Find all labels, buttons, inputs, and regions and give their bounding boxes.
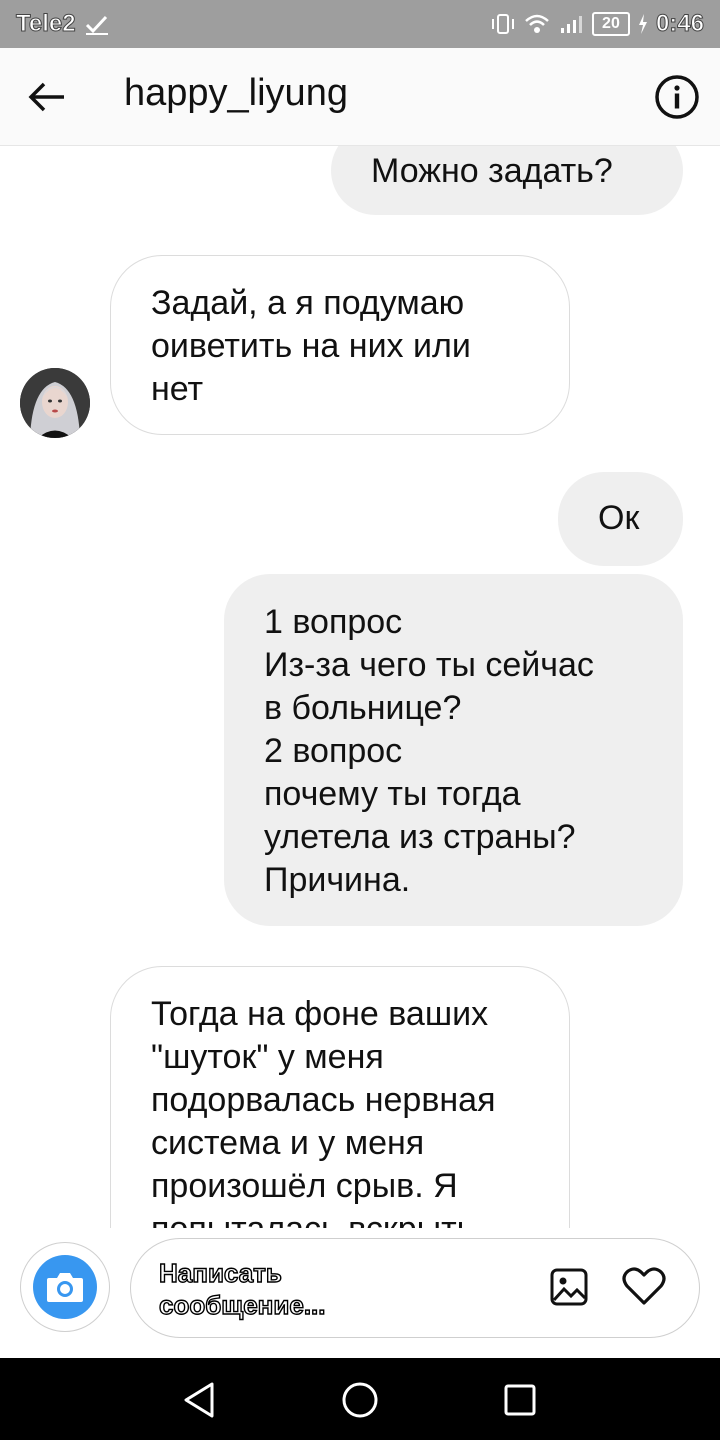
message-composer: Написать сообщение... xyxy=(0,1228,720,1358)
recents-square-icon[interactable] xyxy=(500,1380,540,1420)
status-bar: Tele2 20 0:46 xyxy=(0,0,720,48)
camera-button-bg xyxy=(33,1255,97,1319)
carrier-name: Tele2 xyxy=(16,10,77,38)
chat-header: happy_liyung xyxy=(0,48,720,146)
message-incoming[interactable]: Задай, а я подумаю оиветить на них или н… xyxy=(110,255,570,435)
profile-photo-icon xyxy=(20,368,90,438)
home-circle-icon[interactable] xyxy=(340,1380,380,1420)
chat-username[interactable]: happy_liyung xyxy=(124,72,348,115)
battery-level: 20 xyxy=(602,15,620,32)
signal-icon xyxy=(560,16,582,33)
battery-icon: 20 xyxy=(591,12,630,36)
message-incoming[interactable]: Тогда на фоне ваших "шуток" у меня подор… xyxy=(110,966,570,1228)
avatar[interactable] xyxy=(20,368,90,438)
camera-button[interactable] xyxy=(20,1242,110,1332)
info-icon[interactable] xyxy=(654,74,700,120)
clock: 0:46 xyxy=(655,10,704,38)
charging-icon xyxy=(638,14,647,34)
check-icon xyxy=(85,15,108,35)
heart-icon[interactable] xyxy=(621,1263,667,1309)
system-nav-bar xyxy=(0,1358,720,1440)
message-placeholder: Написать сообщение... xyxy=(158,1257,326,1320)
message-thread[interactable]: Можно задать? Задай, а я подумаю оиветит… xyxy=(0,146,720,1228)
message-input[interactable]: Написать сообщение... xyxy=(130,1238,700,1338)
back-arrow-icon[interactable] xyxy=(26,76,68,118)
message-outgoing[interactable]: 1 вопрос Из-за чего ты сейчас в больнице… xyxy=(224,574,683,926)
wifi-icon xyxy=(525,14,549,33)
camera-icon xyxy=(47,1273,83,1302)
image-icon[interactable] xyxy=(549,1267,589,1307)
message-outgoing[interactable]: Ок xyxy=(558,472,683,566)
vibrate-icon xyxy=(491,14,514,34)
message-outgoing[interactable]: Можно задать? xyxy=(331,146,683,215)
back-triangle-icon[interactable] xyxy=(180,1380,220,1420)
